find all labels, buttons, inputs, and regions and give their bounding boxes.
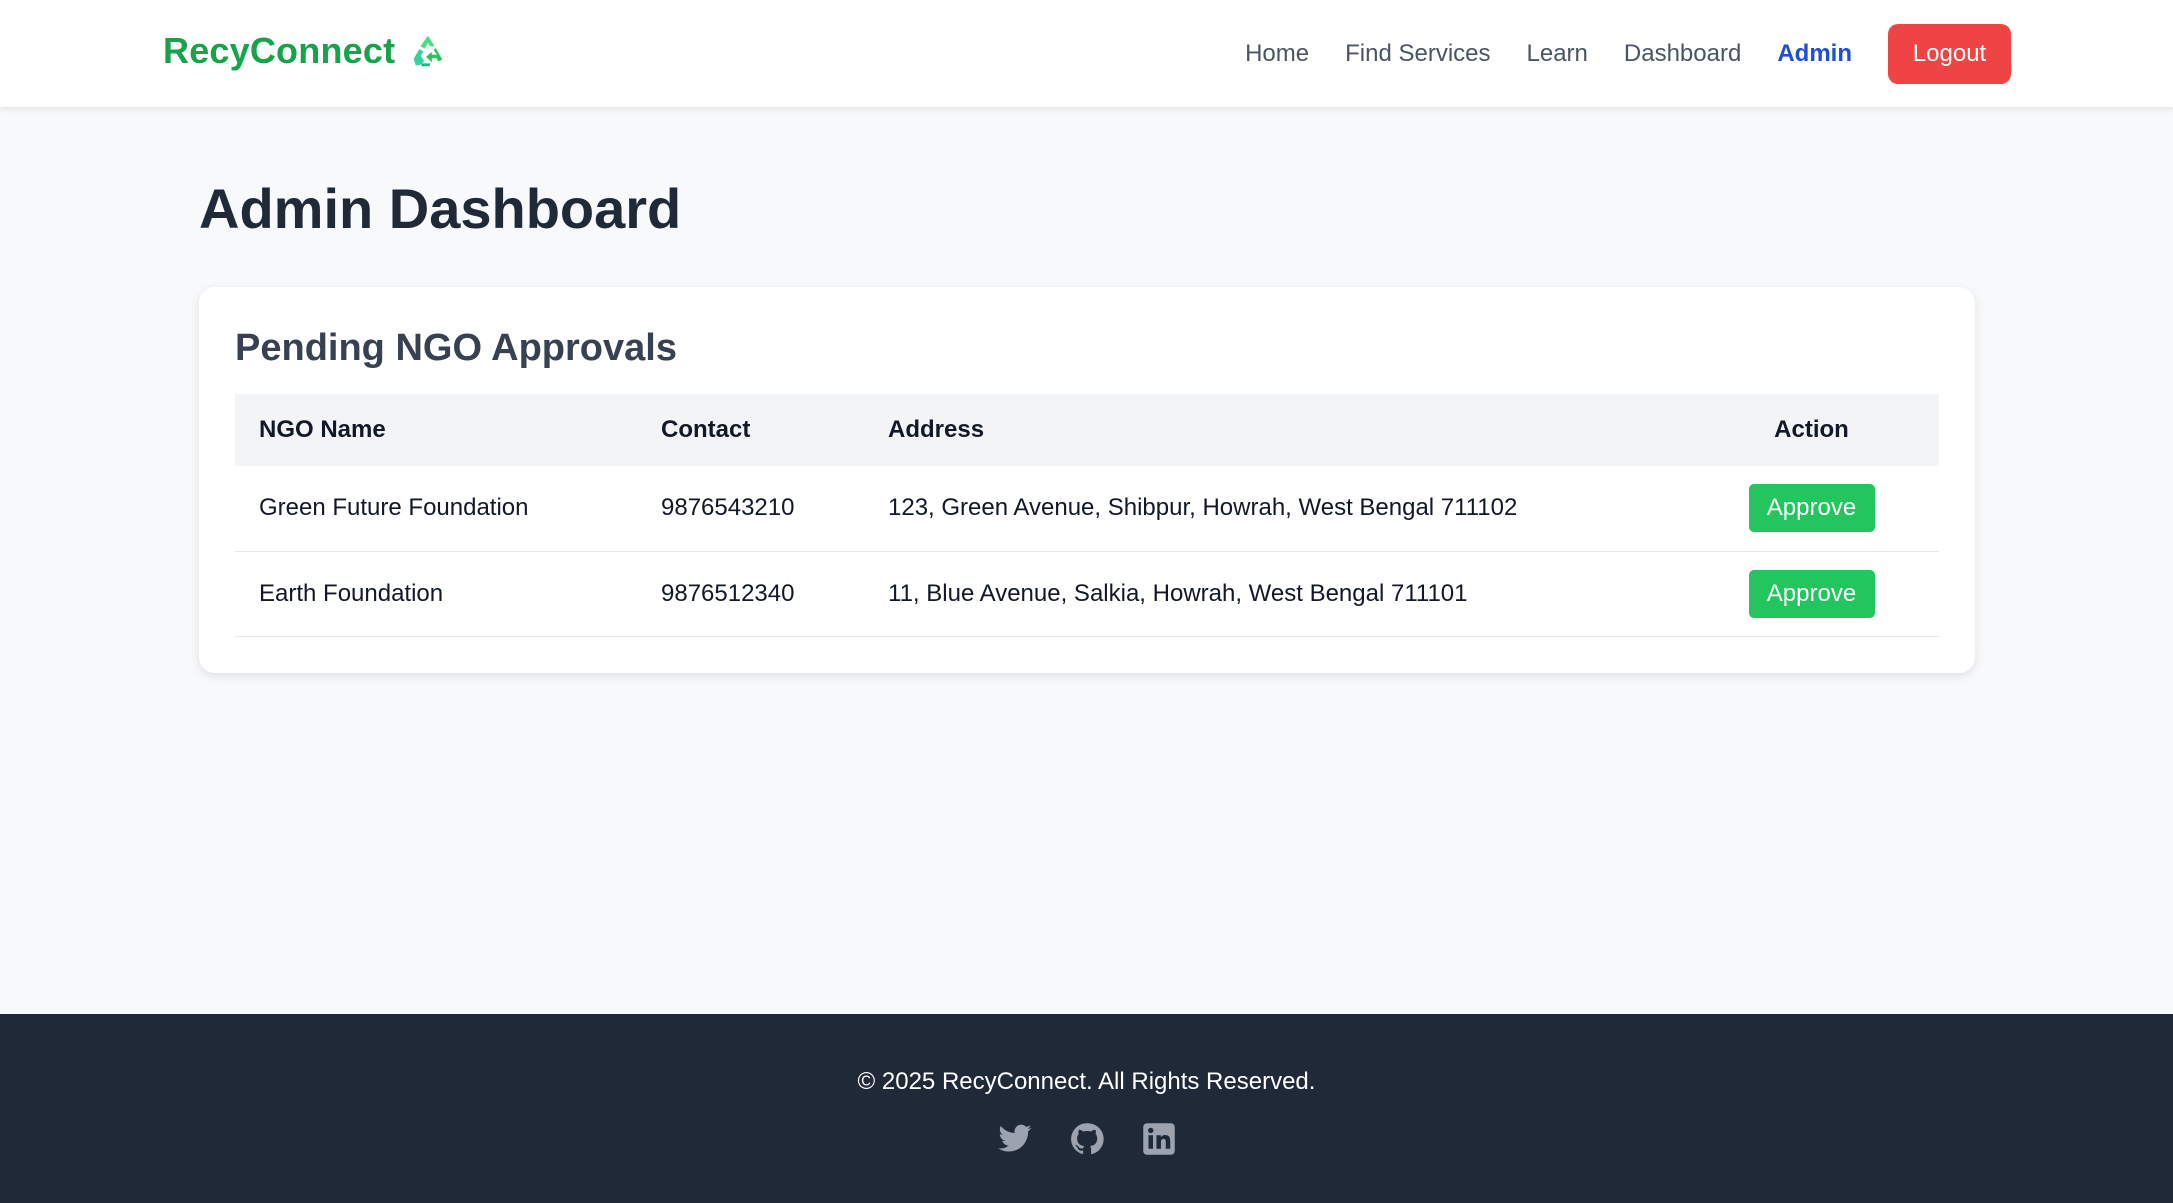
twitter-icon[interactable] — [997, 1121, 1033, 1157]
copyright-text: © 2025 RecyConnect. All Rights Reserved. — [857, 1068, 1316, 1095]
brand-logo[interactable]: RecyConnect — [163, 30, 447, 72]
column-header-address: Address — [888, 416, 985, 443]
pending-approvals-card: Pending NGO Approvals NGO Name Contact A… — [199, 287, 1975, 673]
footer: © 2025 RecyConnect. All Rights Reserved. — [0, 1014, 2173, 1203]
address-cell: 123, Green Avenue, Shibpur, Howrah, West… — [888, 494, 1518, 522]
column-header-action: Action — [1774, 416, 1849, 443]
nav-link-dashboard[interactable]: Dashboard — [1624, 40, 1741, 68]
approve-button[interactable]: Approve — [1748, 484, 1875, 533]
column-header-contact: Contact — [661, 416, 751, 443]
main-nav: Home Find Services Learn Dashboard Admin… — [1245, 0, 2173, 107]
recycle-icon — [414, 35, 443, 67]
table-header-row: NGO Name Contact Address Action — [235, 394, 1939, 466]
contact-cell: 9876543210 — [661, 494, 795, 522]
top-navbar: RecyConnect Home Find Services Learn Das… — [0, 0, 2173, 107]
brand-name: RecyConnect — [163, 30, 396, 71]
address-cell: 11, Blue Avenue, Salkia, Howrah, West Be… — [888, 579, 1468, 607]
nav-link-find-services[interactable]: Find Services — [1345, 40, 1490, 68]
table-row: Green Future Foundation 9876543210 123, … — [235, 466, 1939, 551]
logout-button[interactable]: Logout — [1888, 23, 2011, 84]
nav-link-admin[interactable]: Admin — [1777, 40, 1852, 68]
ngo-approvals-table: NGO Name Contact Address Action Green Fu… — [235, 394, 1939, 637]
table-row: Earth Foundation 9876512340 11, Blue Ave… — [235, 551, 1939, 636]
action-cell: Approve — [1684, 466, 1939, 551]
page-title: Admin Dashboard — [199, 177, 682, 240]
contact-cell: 9876512340 — [661, 579, 795, 607]
nav-link-learn[interactable]: Learn — [1527, 40, 1588, 68]
nav-link-home[interactable]: Home — [1245, 40, 1309, 68]
column-header-ngo-name: NGO Name — [259, 416, 386, 443]
ngo-name-cell: Earth Foundation — [259, 579, 444, 607]
social-links — [0, 1121, 2173, 1157]
linkedin-icon[interactable] — [1141, 1121, 1177, 1157]
github-icon[interactable] — [1069, 1121, 1105, 1157]
ngo-name-cell: Green Future Foundation — [259, 494, 529, 522]
action-cell: Approve — [1684, 551, 1939, 636]
approve-button[interactable]: Approve — [1748, 569, 1875, 618]
card-title: Pending NGO Approvals — [235, 327, 677, 369]
